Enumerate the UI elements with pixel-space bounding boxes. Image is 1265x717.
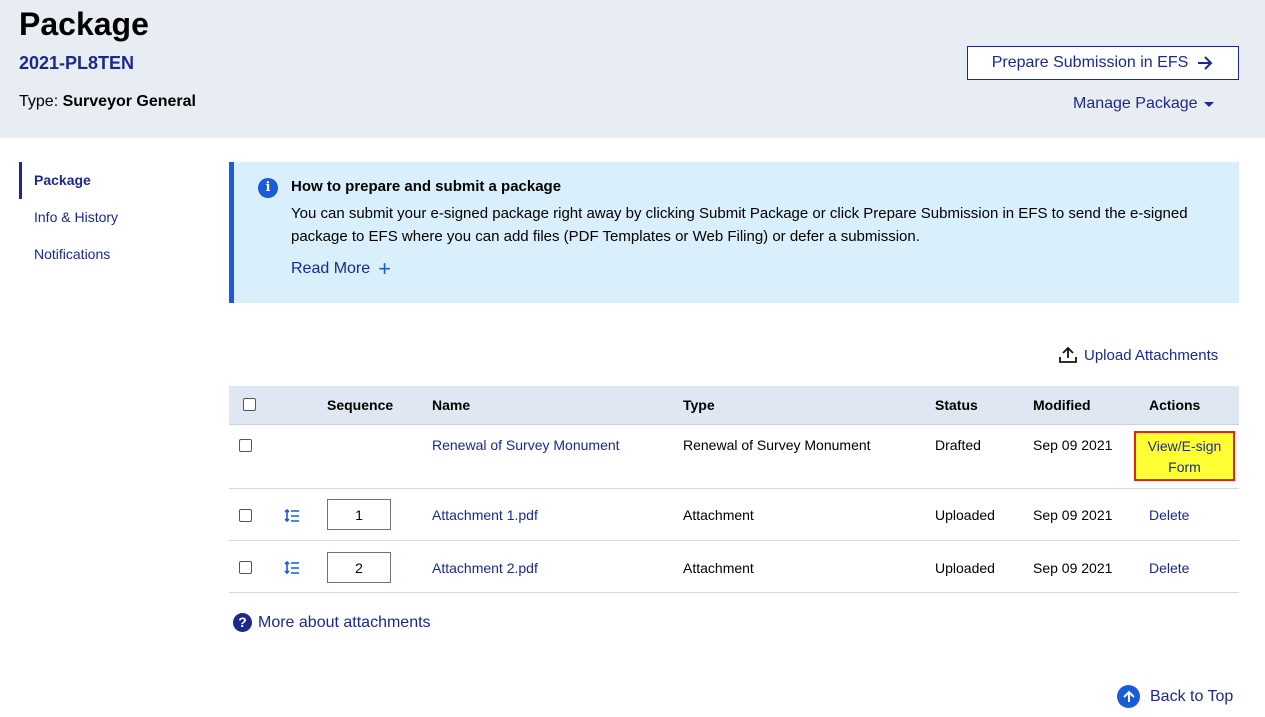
column-header-name: Name (432, 397, 471, 413)
info-alert: i How to prepare and submit a package Yo… (229, 162, 1239, 303)
attachment-name-link[interactable]: Attachment 1.pdf (432, 507, 538, 523)
help-icon: ? (233, 613, 252, 632)
row-checkbox[interactable] (239, 439, 252, 452)
page-title: Package (19, 6, 149, 42)
sequence-input[interactable] (327, 552, 391, 583)
info-icon: i (258, 178, 278, 198)
row-modified: Sep 09 2021 (1033, 560, 1113, 576)
arrow-up-circle-icon (1117, 685, 1140, 708)
package-id: 2021-PL8TEN (19, 53, 135, 73)
back-to-top-link[interactable]: Back to Top (1117, 685, 1233, 708)
view-esign-form-button[interactable]: View/E-sign Form (1134, 431, 1235, 481)
plus-icon: + (378, 256, 392, 281)
sidenav-item-notifications[interactable]: Notifications (19, 236, 209, 273)
caret-down-icon (1203, 101, 1214, 107)
table-header: Sequence Name Type Status Modified Actio… (229, 386, 1239, 425)
row-checkbox[interactable] (239, 561, 252, 574)
package-type: Type: Surveyor General (19, 93, 196, 111)
sequence-input[interactable] (327, 499, 391, 530)
info-text: You can submit your e-signed package rig… (291, 205, 1188, 245)
upload-icon (1059, 346, 1077, 363)
select-all-checkbox[interactable] (243, 398, 256, 411)
manage-package-label: Manage Package (1073, 95, 1198, 112)
info-title: How to prepare and submit a package (291, 178, 562, 195)
column-header-sequence: Sequence (327, 397, 394, 413)
row-modified: Sep 09 2021 (1033, 507, 1113, 523)
table-row: Renewal of Survey Monument Renewal of Su… (229, 425, 1239, 489)
prepare-submission-label: Prepare Submission in EFS (991, 54, 1189, 71)
side-navigation: Package Info & History Notifications (19, 162, 209, 273)
table-row: Attachment 1.pdf Attachment Uploaded Sep… (229, 489, 1239, 541)
package-type-value: Surveyor General (62, 93, 196, 110)
page-header: Package 2021-PL8TEN Type: Surveyor Gener… (0, 0, 1265, 138)
delete-link[interactable]: Delete (1149, 507, 1189, 523)
row-status: Drafted (935, 437, 981, 453)
back-to-top-label: Back to Top (1150, 687, 1234, 705)
column-header-modified: Modified (1033, 397, 1091, 413)
sidenav-item-info-history[interactable]: Info & History (19, 199, 209, 236)
package-type-label: Type: (19, 93, 59, 110)
upload-attachments-button[interactable]: Upload Attachments (1058, 345, 1218, 365)
row-type: Attachment (683, 507, 754, 523)
row-status: Uploaded (935, 560, 995, 576)
reorder-icon[interactable] (284, 560, 300, 576)
prepare-submission-button[interactable]: Prepare Submission in EFS (967, 46, 1239, 80)
row-status: Uploaded (935, 507, 995, 523)
delete-link[interactable]: Delete (1149, 560, 1189, 576)
attachments-table: Sequence Name Type Status Modified Actio… (229, 386, 1239, 593)
more-about-attachments-link[interactable]: ? More about attachments (233, 613, 431, 632)
more-about-label: More about attachments (258, 613, 431, 631)
table-row: Attachment 2.pdf Attachment Uploaded Sep… (229, 541, 1239, 593)
read-more-toggle[interactable]: Read More + (291, 256, 392, 281)
row-type: Attachment (683, 560, 754, 576)
row-checkbox[interactable] (239, 509, 252, 522)
reorder-icon[interactable] (284, 508, 300, 524)
attachment-name-link[interactable]: Attachment 2.pdf (432, 560, 538, 576)
row-modified: Sep 09 2021 (1033, 437, 1113, 453)
read-more-label: Read More (291, 260, 371, 277)
manage-package-dropdown[interactable]: Manage Package (1073, 95, 1214, 113)
form-name-link[interactable]: Renewal of Survey Monument (432, 437, 620, 453)
upload-attachments-label: Upload Attachments (1084, 346, 1219, 364)
column-header-status: Status (935, 397, 978, 413)
column-header-actions: Actions (1149, 397, 1201, 413)
row-type: Renewal of Survey Monument (683, 437, 871, 453)
arrow-right-icon (1198, 56, 1213, 70)
column-header-type: Type (683, 397, 715, 413)
sidenav-item-package[interactable]: Package (19, 162, 209, 199)
